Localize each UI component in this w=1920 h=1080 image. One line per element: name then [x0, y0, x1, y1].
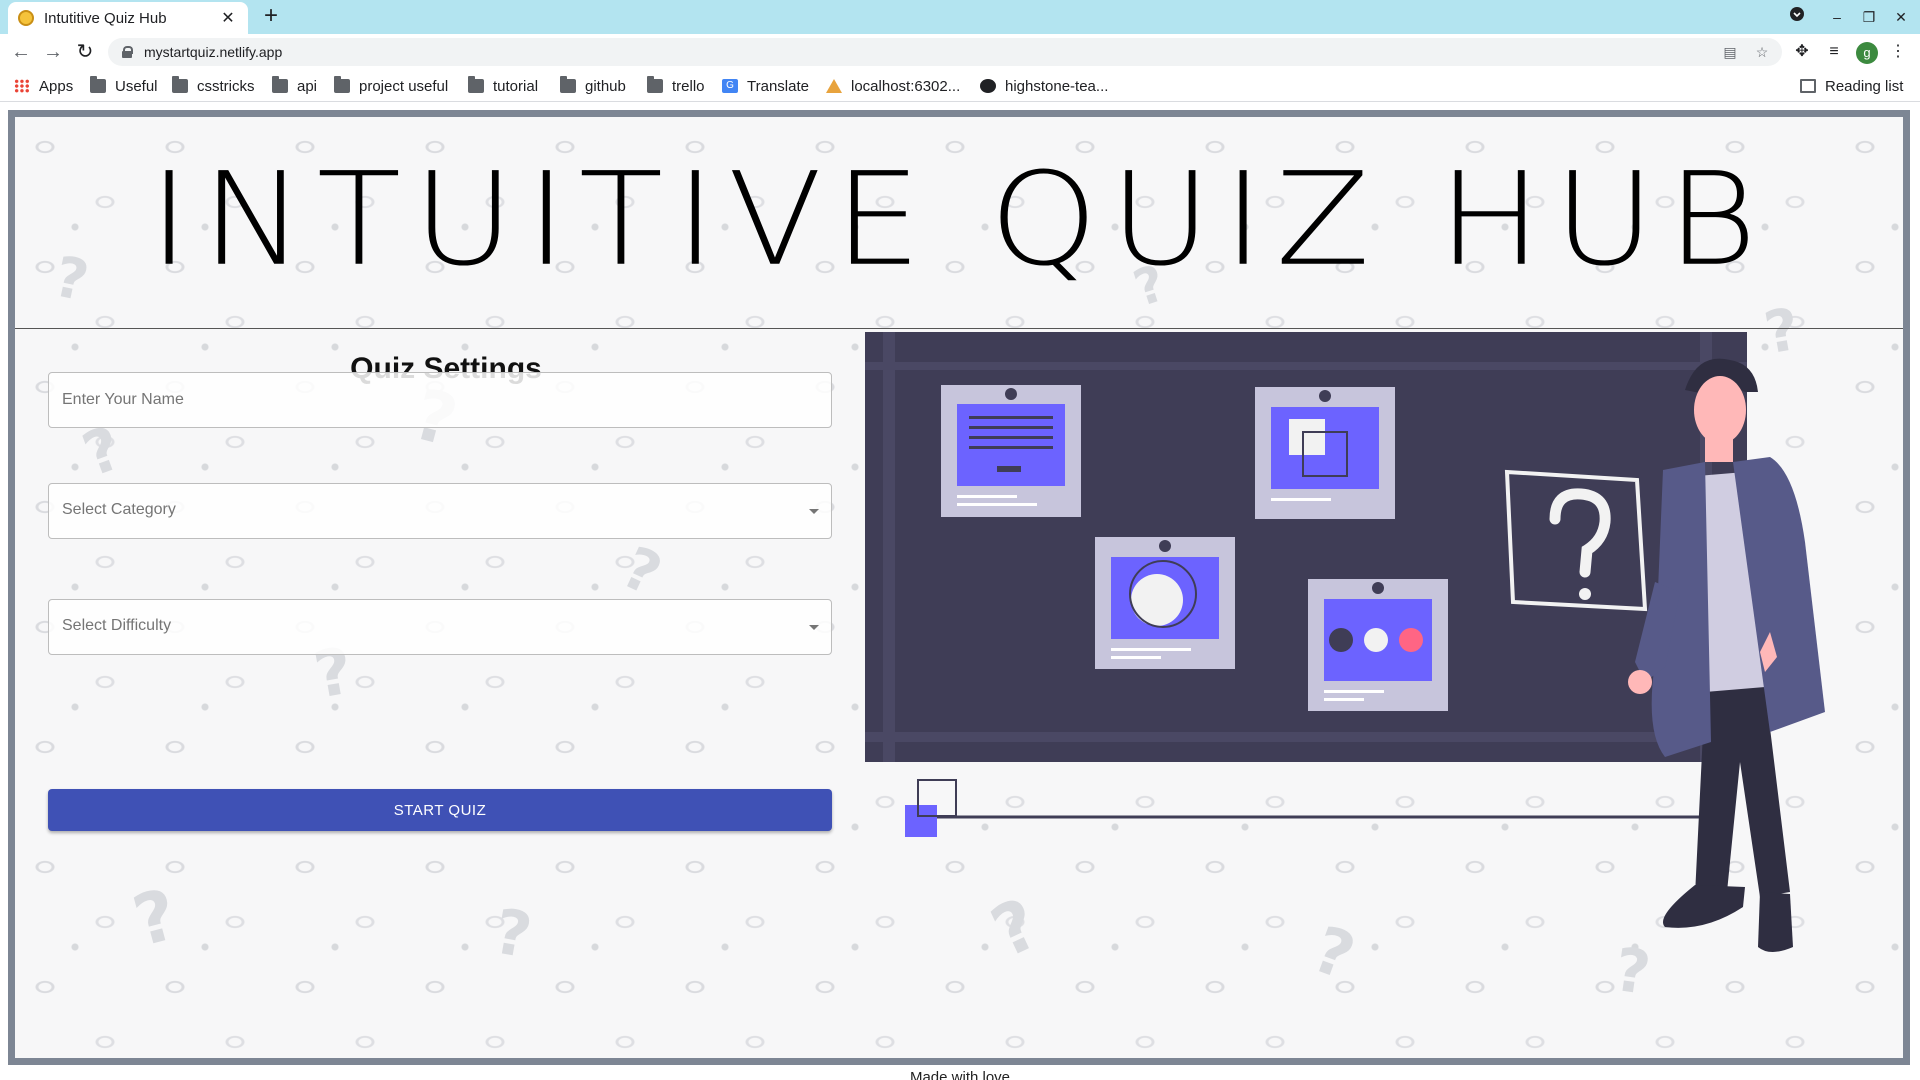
reload-icon[interactable]: ↻: [72, 39, 98, 65]
lock-icon: [122, 46, 133, 58]
bookmark-apps[interactable]: Apps: [14, 76, 73, 96]
browser-tab[interactable]: Intutitive Quiz Hub ✕: [8, 2, 248, 34]
folder-icon: [272, 76, 288, 93]
start-quiz-button[interactable]: START QUIZ: [48, 789, 832, 831]
bookmark-star-icon[interactable]: ☆: [1753, 43, 1771, 61]
bookmark-csstricks[interactable]: csstricks: [172, 76, 255, 96]
apps-grid-icon: [14, 79, 30, 93]
bookmark-trello[interactable]: trello: [647, 76, 705, 96]
page-viewport: ? ? ? ? ? ? ? ? ? ? ? ? INTUITIVE QUIZ H…: [0, 103, 1920, 1080]
folder-icon: [334, 76, 350, 93]
category-placeholder: Select Category: [62, 501, 176, 518]
reading-list-icon: [1800, 79, 1816, 93]
image-card: [1255, 387, 1395, 519]
new-tab-button[interactable]: +: [258, 4, 284, 30]
square-decoration: [905, 805, 937, 837]
bookmark-api[interactable]: api: [272, 76, 317, 96]
dots-card: [1308, 579, 1448, 711]
question-mark-bg-icon: ?: [612, 533, 672, 609]
dropdown-arrow-icon: [809, 509, 819, 514]
menu-icon[interactable]: ⋮: [1886, 40, 1910, 64]
close-window-icon[interactable]: ✕: [1890, 6, 1912, 28]
document-card: [941, 385, 1081, 517]
question-mark-bg-icon: ?: [488, 894, 538, 973]
name-field[interactable]: [48, 372, 832, 428]
quiz-board-illustration: [865, 332, 1825, 952]
translate-page-icon[interactable]: ▤: [1721, 43, 1739, 61]
forward-icon[interactable]: →: [40, 39, 66, 65]
bookmark-useful[interactable]: Useful: [90, 76, 158, 96]
folder-icon: [647, 76, 663, 93]
app-container: ? ? ? ? ? ? ? ? ? ? ? ? INTUITIVE QUIZ H…: [8, 110, 1910, 1065]
page-title: INTUITIVE QUIZ HUB: [148, 144, 1770, 295]
footer-credit: Made with love: [909, 1069, 1011, 1080]
media-control-icon[interactable]: ≡: [1822, 40, 1846, 64]
bookmark-highstone[interactable]: highstone-tea...: [980, 76, 1108, 96]
category-select[interactable]: Select Category: [48, 483, 832, 539]
folder-icon: [90, 76, 106, 93]
warning-icon: [826, 79, 842, 93]
translate-icon: G: [722, 79, 738, 93]
github-icon: [980, 79, 996, 93]
tab-search-icon[interactable]: [1786, 6, 1808, 28]
circle-card: [1095, 537, 1235, 669]
difficulty-placeholder: Select Difficulty: [62, 617, 172, 634]
title-divider: [15, 328, 1903, 329]
browser-toolbar: ← → ↻ mystartquiz.netlify.app ▤ ☆ ✥ ≡ g …: [0, 34, 1920, 70]
folder-icon: [468, 76, 484, 93]
difficulty-select[interactable]: Select Difficulty: [48, 599, 832, 655]
address-bar[interactable]: mystartquiz.netlify.app ▤ ☆: [108, 38, 1782, 66]
bookmark-localhost[interactable]: localhost:6302...: [826, 76, 960, 96]
name-input[interactable]: [49, 373, 831, 427]
dropdown-arrow-icon: [809, 625, 819, 630]
extensions-icon[interactable]: ✥: [1790, 40, 1814, 64]
tab-title: Intutitive Quiz Hub: [44, 9, 167, 27]
back-icon[interactable]: ←: [8, 39, 34, 65]
folder-icon: [172, 76, 188, 93]
tab-strip: Intutitive Quiz Hub ✕ + – ❐ ✕: [0, 0, 1920, 34]
minimize-icon[interactable]: –: [1826, 6, 1848, 28]
restore-icon[interactable]: ❐: [1858, 6, 1880, 28]
bookmarks-bar: Apps Useful csstricks api project useful…: [0, 70, 1920, 102]
bookmark-translate[interactable]: G Translate: [722, 76, 809, 96]
favicon-icon: [18, 10, 34, 26]
folder-icon: [560, 76, 576, 93]
profile-avatar[interactable]: g: [1856, 42, 1878, 64]
reading-list-button[interactable]: Reading list: [1800, 76, 1903, 96]
url-text: mystartquiz.netlify.app: [144, 44, 283, 60]
question-mark-bg-icon: ?: [125, 873, 186, 963]
close-tab-icon[interactable]: ✕: [218, 8, 238, 28]
bookmark-github[interactable]: github: [560, 76, 626, 96]
bookmark-tutorial[interactable]: tutorial: [468, 76, 538, 96]
bookmark-project-useful[interactable]: project useful: [334, 76, 448, 96]
